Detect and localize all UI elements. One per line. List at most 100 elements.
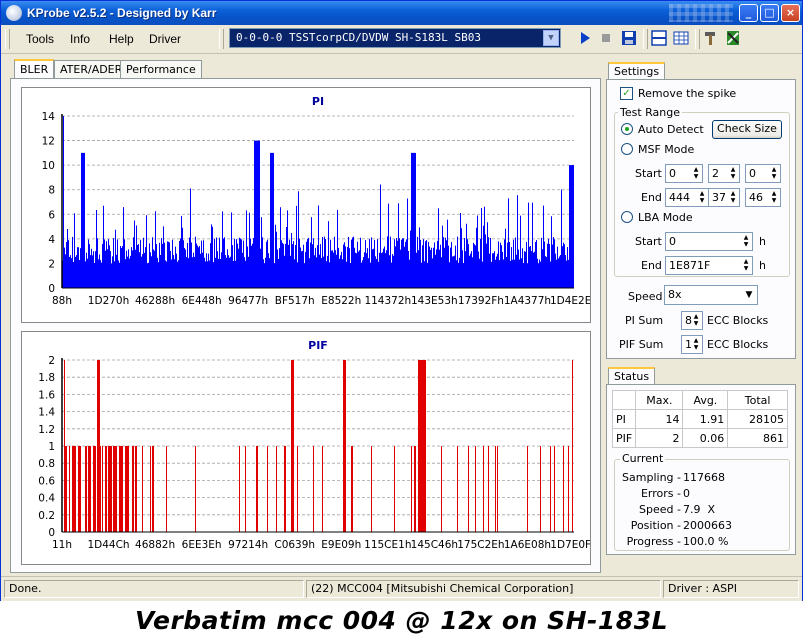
y-tick-label: 1.2 [38, 424, 55, 436]
x-tick-label: 17392Fh [458, 295, 504, 307]
current-position-value: 2000663 [683, 519, 732, 532]
x-tick-label: 115CE1h [364, 539, 411, 551]
lba-end-label: End [641, 259, 662, 272]
pif-avg: 0.06 [682, 428, 729, 448]
msf-end-frame-input[interactable]: 46 ▲ ▼ [745, 188, 781, 207]
check-size-button[interactable]: Check Size [712, 120, 782, 139]
chevron-down-icon[interactable]: ▼ [742, 287, 756, 302]
speed-select[interactable]: 8x ▼ [664, 285, 758, 305]
current-progress-value: 100.0 % [683, 535, 729, 548]
msf-start-frame-input[interactable]: 0 ▲ ▼ [745, 164, 781, 183]
x-tick-label: 143E53h [411, 295, 458, 307]
spinner-arrows-icon[interactable]: ▲ ▼ [769, 190, 779, 205]
maximize-button[interactable]: □ [760, 4, 779, 22]
title-bar: KProbe v2.5.2 - Designed by Karr _ □ × [1, 1, 802, 25]
statusbar-disc-id: (22) MCC004 [Mitsubishi Chemical Corpora… [306, 580, 661, 598]
x-tick-label: 11h [52, 539, 72, 551]
y-tick-label: 1 [48, 441, 55, 453]
remove-spike-checkbox[interactable]: ✓ [620, 87, 633, 100]
msf-start-sec-value: 2 [712, 167, 719, 180]
current-position-label: Position - [630, 519, 681, 532]
x-tick-label: 1A6E08h [504, 539, 551, 551]
y-tick-label: 14 [42, 111, 56, 123]
pif-sum-input[interactable]: 1 ▲ ▼ [681, 335, 703, 354]
lba-mode-radio[interactable] [621, 211, 633, 223]
bler-panel: PI 0 2 4 6 8 10 12 14 88h 1D270h 46288h 6E448h 96477h… [10, 78, 601, 573]
lba-start-unit: h [759, 235, 766, 248]
spinner-arrows-icon[interactable]: ▲ ▼ [769, 166, 779, 181]
msf-end-sec-input[interactable]: 37 ▲ ▼ [708, 188, 740, 207]
msf-end-sec-value: 37 [712, 191, 726, 204]
image-caption: Verbatim mcc 004 @ 12x on SH-183L [134, 606, 669, 635]
tab-bler[interactable]: BLER [14, 59, 55, 79]
test-range-title: Test Range [618, 106, 683, 119]
menu-help[interactable]: Help [109, 32, 134, 46]
current-errors-value: 0 [683, 487, 690, 500]
x-tick-label: 1D4E2Eh [550, 295, 590, 307]
spinner-arrows-icon[interactable]: ▲ ▼ [741, 234, 751, 249]
tab-performance[interactable]: Performance [120, 60, 202, 78]
statusbar-state: Done. [4, 580, 304, 598]
spinner-arrows-icon[interactable]: ▲ ▼ [691, 166, 701, 181]
remove-spike-label: Remove the spike [638, 87, 737, 100]
y-tick-label: 0.2 [38, 510, 55, 522]
x-tick-label: 88h [52, 295, 72, 307]
status-header-max: Max. [635, 390, 684, 410]
auto-detect-radio[interactable] [621, 123, 633, 135]
spinner-arrows-icon[interactable]: ▲ ▼ [741, 258, 751, 273]
pi-chart: PI 0 2 4 6 8 10 12 14 88h 1D270h 46288h 6E448h 96477h… [21, 87, 591, 323]
lba-mode-label: LBA Mode [638, 211, 693, 224]
chevron-down-icon[interactable]: ▼ [543, 30, 559, 46]
msf-start-sec-input[interactable]: 2 ▲ ▼ [708, 164, 740, 183]
drive-select[interactable]: 0-0-0-0 TSSTcorpCD/DVDW SH-S183L SB03 ▼ [229, 28, 561, 48]
menu-info[interactable]: Info [70, 32, 90, 46]
pif-chart: PIF 0 0.2 0.4 0.6 0.8 1 1.2 1.4 1.6 1.8 2 11h 1D44Ch 4… [21, 331, 591, 565]
x-tick-label: 175C2Eh [457, 539, 504, 551]
y-tick-label: 4 [48, 234, 55, 246]
play-icon[interactable] [576, 29, 594, 47]
spinner-arrows-icon[interactable]: ▲ ▼ [728, 190, 738, 205]
pif-chart-svg: PIF 0 0.2 0.4 0.6 0.8 1 1.2 1.4 1.6 1.8 2 11h 1D44Ch 4… [38, 339, 590, 551]
app-window: KProbe v2.5.2 - Designed by Karr _ □ × T… [0, 0, 803, 601]
current-speed-value: 7.9 X [683, 503, 716, 516]
lba-end-input[interactable]: 1E871F ▲ ▼ [665, 256, 753, 275]
table-icon[interactable] [672, 29, 690, 47]
msf-mode-radio[interactable] [621, 143, 633, 155]
pif-total: 861 [727, 428, 788, 448]
spinner-arrows-icon[interactable]: ▲ ▼ [691, 313, 701, 328]
y-tick-label: 2 [48, 258, 55, 270]
y-tick-label: 0.6 [38, 475, 55, 487]
spinner-arrows-icon[interactable]: ▲ ▼ [697, 190, 707, 205]
stop-icon[interactable] [597, 29, 615, 47]
speed-label: Speed [628, 290, 663, 303]
lba-start-input[interactable]: 0 ▲ ▼ [665, 232, 753, 251]
titlebar-pattern [669, 4, 733, 22]
spinner-arrows-icon[interactable]: ▲ ▼ [728, 166, 738, 181]
tools-icon[interactable] [702, 29, 720, 47]
msf-start-min-input[interactable]: 0 ▲ ▼ [665, 164, 703, 183]
menu-tools[interactable]: Tools [26, 32, 54, 46]
settings-tab[interactable]: Settings [608, 62, 666, 80]
status-tab[interactable]: Status [608, 367, 656, 385]
status-table: Max. Avg. Total PI 14 1.91 28105 PIF 2 0… [611, 390, 788, 448]
spinner-arrows-icon[interactable]: ▲ ▼ [691, 337, 701, 352]
pi-sum-input[interactable]: 8 ▲ ▼ [681, 311, 703, 330]
y-tick-label: 0 [48, 283, 55, 295]
exit-icon[interactable] [724, 29, 742, 47]
msf-end-min-input[interactable]: 444 ▲ ▼ [665, 188, 709, 207]
msf-start-label: Start [635, 167, 662, 180]
layout-icon[interactable] [650, 29, 668, 47]
chart-title: PI [312, 95, 324, 108]
pi-chart-svg: PI 0 2 4 6 8 10 12 14 88h 1D270h 46288h 6E448h 96477h… [42, 95, 590, 307]
tab-ater-ader[interactable]: ATER/ADER [54, 60, 129, 78]
menu-driver[interactable]: Driver [149, 32, 181, 46]
minimize-button[interactable]: _ [739, 4, 758, 22]
msf-start-min-value: 0 [669, 167, 676, 180]
msf-end-min-value: 444 [669, 191, 690, 204]
current-progress-label: Progress - [626, 535, 681, 548]
save-icon[interactable] [620, 29, 638, 47]
drive-select-value: 0-0-0-0 TSSTcorpCD/DVDW SH-S183L SB03 [236, 31, 482, 44]
y-tick-label: 8 [48, 185, 55, 197]
x-tick-label: E9E09h [321, 539, 361, 551]
close-button[interactable]: × [781, 4, 800, 22]
